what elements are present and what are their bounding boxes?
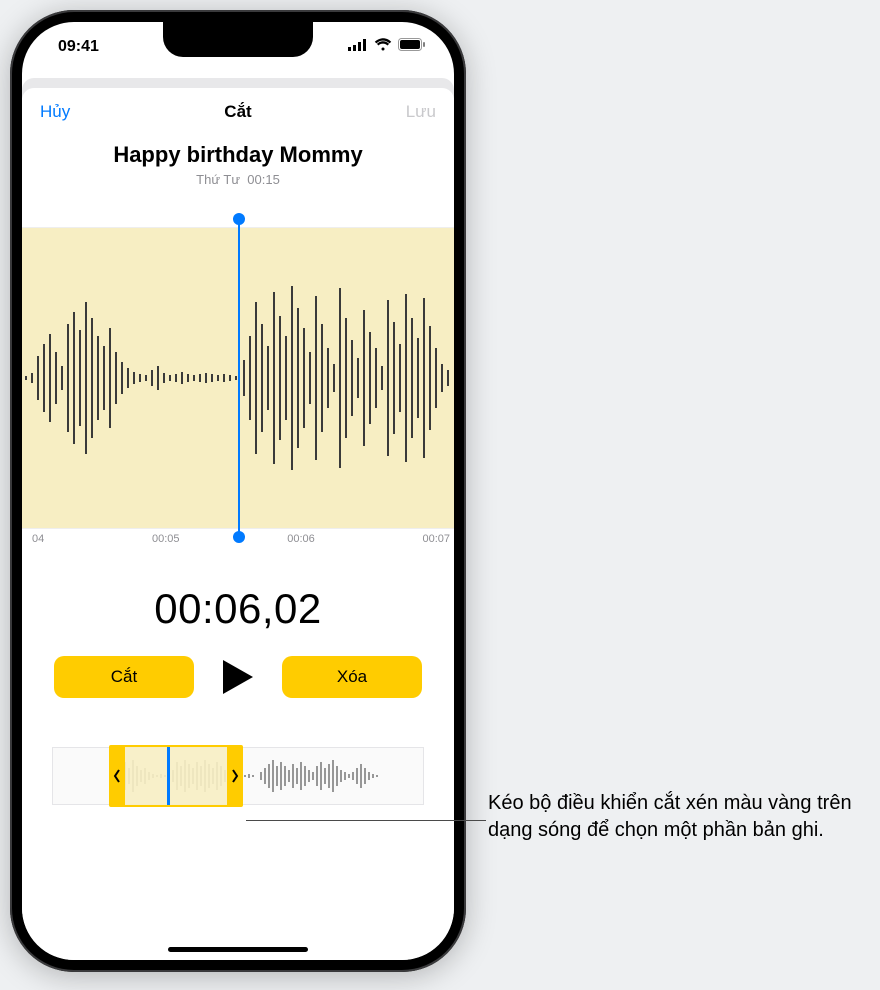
tick-label: 00:06 bbox=[287, 533, 315, 545]
playhead[interactable] bbox=[238, 219, 240, 537]
battery-icon bbox=[398, 38, 426, 56]
play-icon bbox=[221, 658, 255, 696]
recording-meta: Thứ Tư 00:15 bbox=[22, 172, 454, 187]
trim-sheet: Hủy Cắt Lưu Happy birthday Mommy Thứ Tư … bbox=[22, 88, 454, 960]
trim-button[interactable]: Cắt bbox=[54, 656, 194, 698]
recording-day: Thứ Tư bbox=[196, 172, 240, 187]
chevron-left-icon bbox=[113, 768, 121, 784]
overview-waveform[interactable] bbox=[52, 747, 424, 805]
status-time: 09:41 bbox=[58, 38, 99, 56]
wifi-icon bbox=[374, 38, 392, 56]
sheet-title: Cắt bbox=[22, 102, 454, 122]
trim-handle-right[interactable] bbox=[227, 747, 243, 805]
cellular-icon bbox=[348, 38, 368, 56]
sheet-nav: Hủy Cắt Lưu bbox=[22, 88, 454, 136]
play-button[interactable] bbox=[212, 651, 264, 703]
overview-playhead[interactable] bbox=[167, 747, 170, 805]
tick-label: 04 bbox=[26, 533, 44, 545]
callout-text: Kéo bộ điều khiển cắt xén màu vàng trên … bbox=[488, 790, 860, 844]
chevron-right-icon bbox=[231, 768, 239, 784]
save-button[interactable]: Lưu bbox=[406, 102, 436, 122]
tick-label: 00:05 bbox=[152, 533, 180, 545]
callout-leader bbox=[246, 820, 486, 821]
notch bbox=[163, 22, 313, 57]
tick-label: 00:07 bbox=[422, 533, 450, 545]
recording-title: Happy birthday Mommy bbox=[22, 142, 454, 168]
current-time: 00:06,02 bbox=[22, 585, 454, 633]
delete-button[interactable]: Xóa bbox=[282, 656, 422, 698]
iphone-frame: 09:41 Hủy Cắt Lưu Happy birthday Momm bbox=[10, 10, 466, 972]
recording-duration: 00:15 bbox=[247, 172, 280, 187]
trim-handle-left[interactable] bbox=[109, 747, 125, 805]
controls-row: Cắt Xóa bbox=[22, 633, 454, 703]
trim-selection[interactable] bbox=[109, 745, 243, 807]
cancel-button[interactable]: Hủy bbox=[40, 102, 70, 122]
waveform-main[interactable] bbox=[22, 227, 454, 529]
home-indicator[interactable] bbox=[168, 947, 308, 952]
